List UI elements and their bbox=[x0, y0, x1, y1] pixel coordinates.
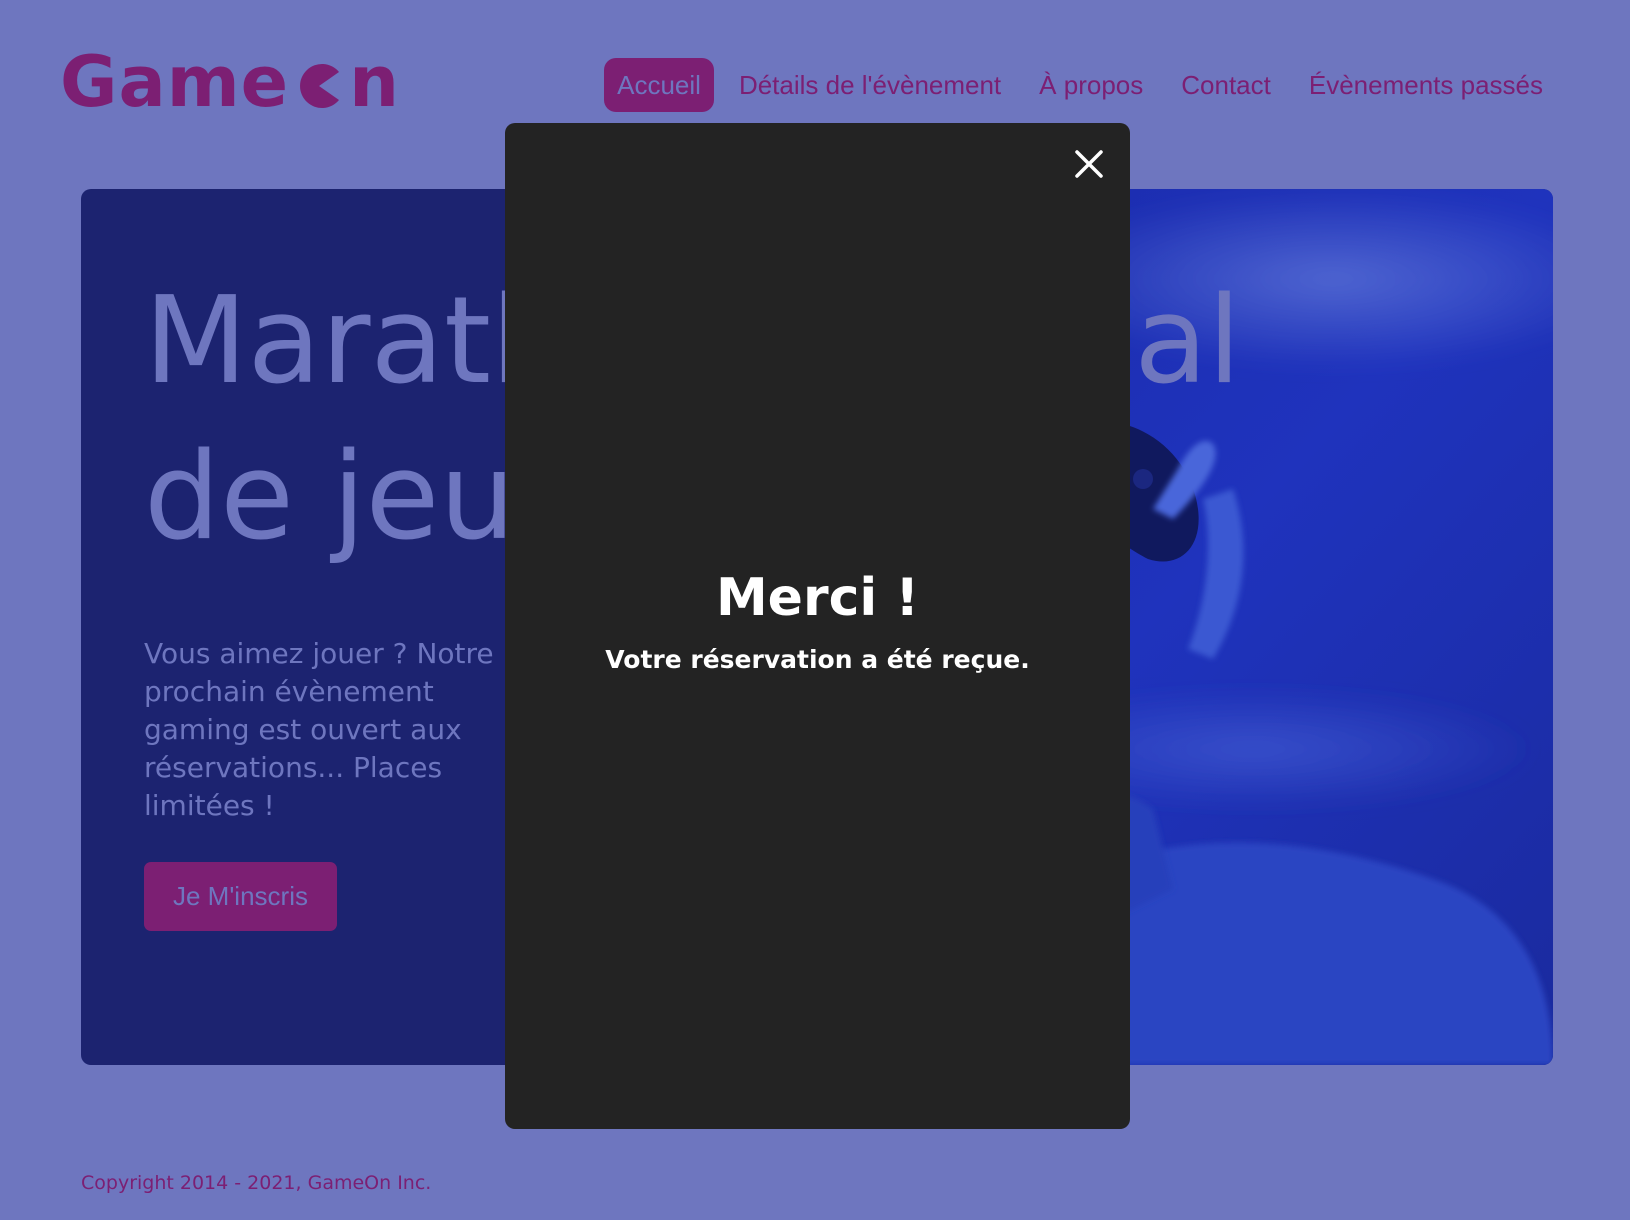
nav-link-accueil[interactable]: Accueil bbox=[604, 58, 714, 112]
close-modal-button[interactable] bbox=[1072, 147, 1106, 181]
modal-title: Merci ! bbox=[715, 568, 920, 628]
confirmation-modal: Merci ! Votre réservation a été reçue. bbox=[505, 123, 1130, 1129]
hero-description: Vous aimez jouer ? Notre prochain évènem… bbox=[144, 637, 494, 822]
nav-link-about[interactable]: À propos bbox=[1026, 58, 1156, 112]
modal-message: Votre réservation a été reçue. bbox=[605, 645, 1030, 674]
nav-link-past-events[interactable]: Évènements passés bbox=[1296, 58, 1556, 112]
main-navigation: Accueil Détails de l'évènement À propos … bbox=[592, 58, 1556, 112]
close-icon bbox=[1075, 150, 1103, 178]
gameon-logo[interactable]: Game n bbox=[60, 44, 400, 120]
nav-link-contact[interactable]: Contact bbox=[1168, 58, 1284, 112]
logo-text-game: Game bbox=[60, 41, 290, 123]
register-button[interactable]: Je M'inscris bbox=[144, 862, 337, 931]
footer-copyright: Copyright 2014 - 2021, GameOn Inc. bbox=[81, 1172, 432, 1194]
nav-link-event-details[interactable]: Détails de l'évènement bbox=[726, 58, 1014, 112]
pacman-o-icon bbox=[300, 64, 340, 108]
logo-text-n: n bbox=[349, 41, 400, 123]
